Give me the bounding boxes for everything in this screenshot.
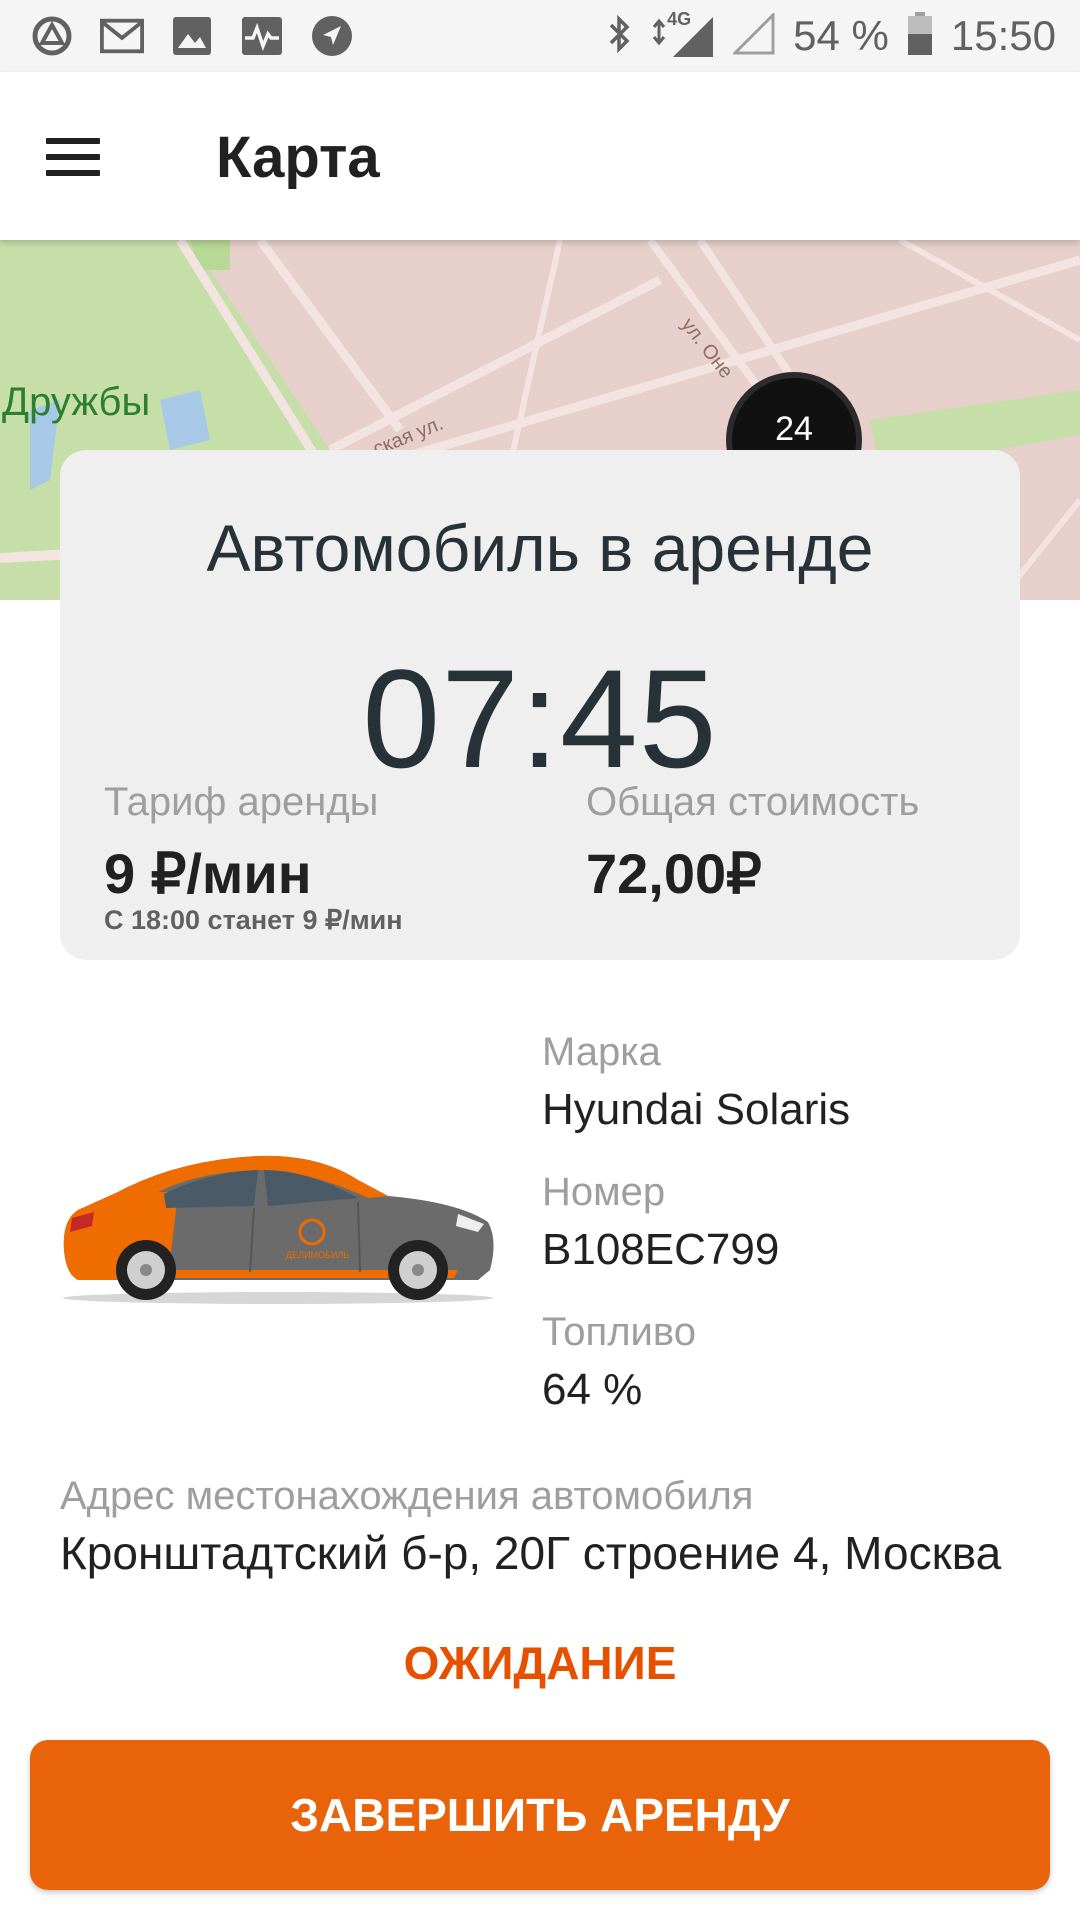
car-brand-label: Марка	[542, 1030, 661, 1074]
app-notification-icon	[30, 14, 74, 58]
car-plate-label: Номер	[542, 1170, 666, 1214]
app-bar: Карта	[0, 72, 1080, 240]
rental-card: Автомобиль в аренде 07:45 Тариф аренды 9…	[60, 450, 1020, 960]
tariff-value: 9 ₽/мин	[104, 842, 312, 905]
notification-icons	[30, 14, 354, 58]
car-brand-value: Hyundai Solaris	[542, 1085, 851, 1134]
navigation-icon	[310, 14, 354, 58]
page-title: Карта	[216, 125, 380, 190]
car-hyundai-solaris-icon: ДЕЛИМОБИЛЬ	[63, 1155, 494, 1304]
hamburger-menu-icon[interactable]	[46, 122, 116, 192]
status-bar: 4G 54 % 15:50	[0, 0, 1080, 72]
mail-icon	[100, 14, 144, 58]
battery-icon	[907, 11, 933, 61]
tariff-note: С 18:00 станет 9 ₽/мин	[104, 905, 403, 935]
car-image: ДЕЛИМОБИЛЬ	[58, 1140, 498, 1310]
battery-percent: 54 %	[793, 12, 889, 59]
tariff-label: Тариф аренды	[104, 780, 379, 824]
car-brand-block: Марка Hyundai Solaris	[542, 1030, 850, 1135]
network-type: 4G	[667, 9, 692, 29]
total-cost-value: 72,00₽	[586, 842, 762, 905]
rental-title: Автомобиль в аренде	[206, 511, 874, 585]
address-label: Адрес местонахождения автомобиля	[60, 1474, 754, 1518]
car-fuel-label: Топливо	[542, 1310, 696, 1354]
car-fuel-value: 64 %	[542, 1365, 643, 1414]
tariff-block: Тариф аренды 9 ₽/мин С 18:00 станет 9 ₽/…	[104, 780, 403, 936]
car-brand-logo-text: ДЕЛИМОБИЛЬ	[286, 1250, 349, 1260]
signal-empty-icon	[731, 10, 775, 60]
total-cost-block: Общая стоимость 72,00₽	[586, 780, 919, 907]
signal-4g-icon: 4G	[651, 9, 715, 59]
waiting-status-button[interactable]: ОЖИДАНИЕ	[0, 1636, 1080, 1690]
clock: 15:50	[950, 12, 1056, 59]
image-icon	[170, 14, 214, 58]
activity-icon	[240, 14, 284, 58]
car-fuel-block: Топливо 64 %	[542, 1310, 696, 1415]
rental-timer: 07:45	[362, 640, 718, 797]
system-status: 4G 54 % 15:50	[607, 9, 1056, 62]
park-label: Дружбы	[2, 380, 151, 424]
end-rental-button[interactable]: ЗАВЕРШИТЬ АРЕНДУ	[30, 1740, 1050, 1890]
address-value: Кронштадтский б-р, 20Г строение 4, Москв…	[60, 1527, 1002, 1579]
total-cost-label: Общая стоимость	[586, 780, 920, 824]
bluetooth-icon	[607, 14, 633, 59]
car-plate-value: В108ЕС799	[542, 1225, 780, 1274]
car-plate-block: Номер В108ЕС799	[542, 1170, 779, 1275]
